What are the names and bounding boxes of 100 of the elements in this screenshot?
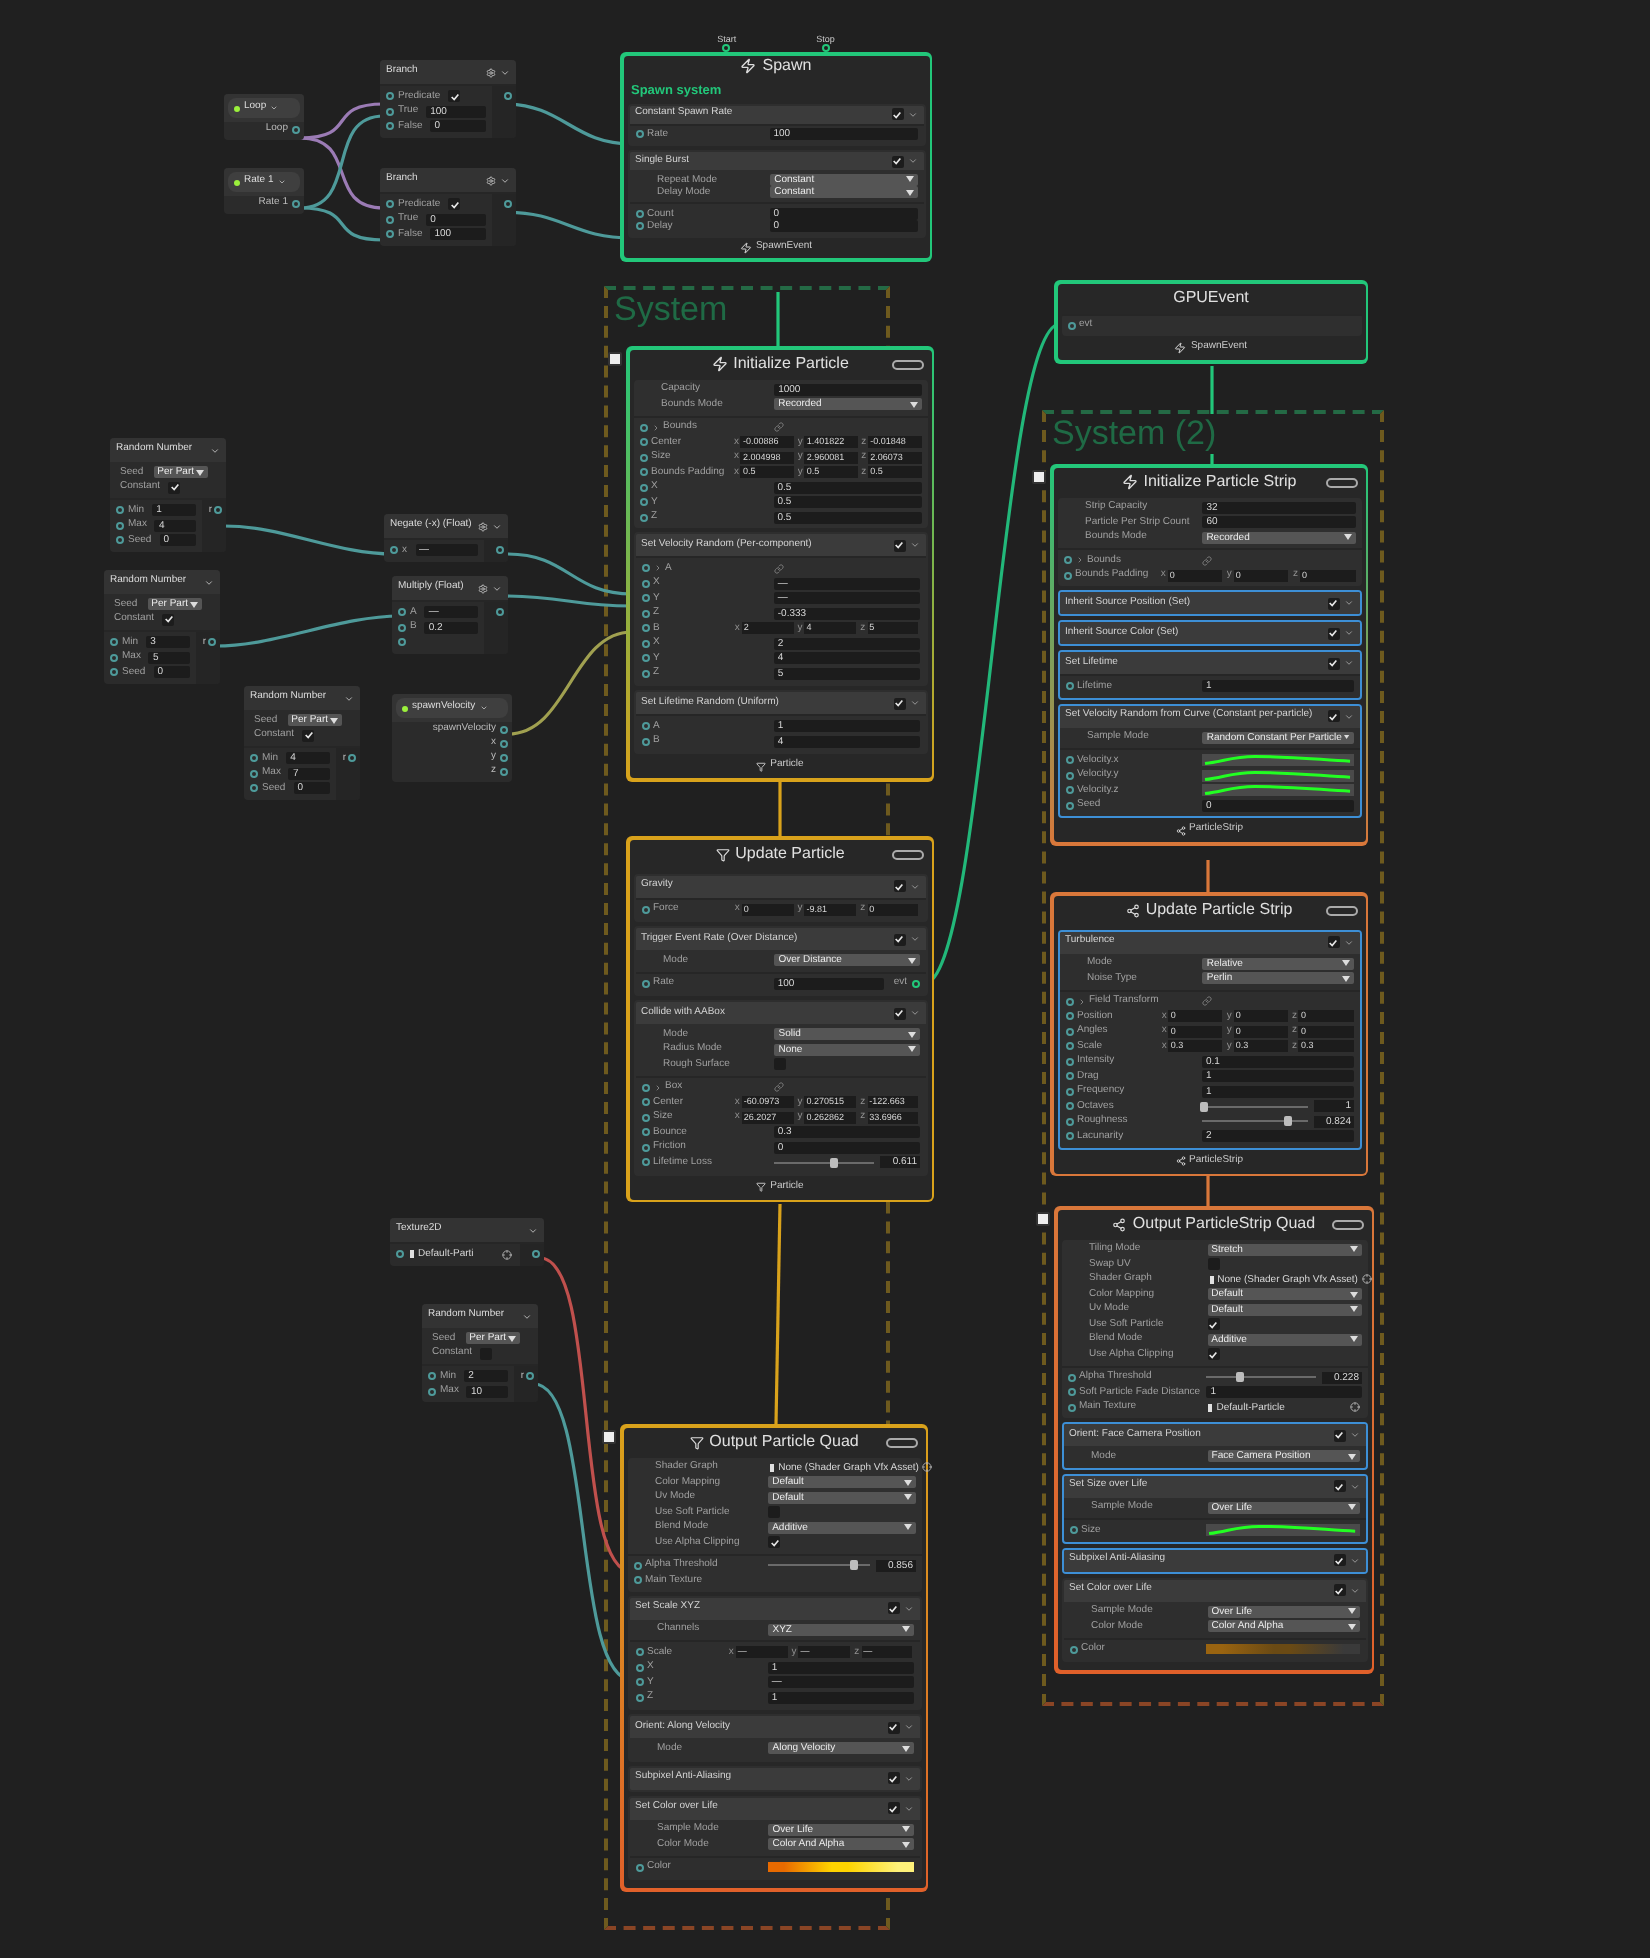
caret-icon[interactable] [909, 540, 919, 550]
target-icon[interactable] [1349, 1402, 1359, 1413]
caret-icon[interactable] [907, 109, 917, 119]
target-icon[interactable] [502, 1249, 512, 1260]
port-icon[interactable] [821, 44, 830, 52]
checkbox[interactable] [887, 1772, 899, 1784]
port-icon[interactable] [635, 1863, 643, 1872]
caret-icon[interactable] [903, 1803, 913, 1813]
settings-icon[interactable] [478, 521, 488, 531]
checkbox[interactable] [448, 90, 461, 103]
slider-thumb[interactable] [1235, 1372, 1243, 1383]
context-node[interactable] [626, 836, 934, 1202]
target-icon[interactable] [922, 1462, 933, 1473]
checkbox[interactable] [1333, 1429, 1345, 1441]
curve-drawing[interactable] [1201, 769, 1353, 782]
caret-icon[interactable] [500, 175, 510, 185]
context-node[interactable] [1050, 892, 1368, 1176]
port-icon[interactable] [526, 1372, 534, 1380]
port-icon[interactable] [1065, 682, 1073, 691]
caret-icon[interactable] [1349, 1481, 1359, 1491]
checkbox[interactable] [1207, 1258, 1220, 1271]
caret-icon[interactable] [1343, 598, 1353, 608]
port-icon[interactable] [496, 608, 504, 616]
attach-icon[interactable] [1032, 470, 1046, 484]
port-icon[interactable] [532, 1250, 540, 1258]
caret-icon[interactable] [1343, 628, 1353, 638]
port-icon[interactable] [348, 754, 356, 762]
slider-thumb[interactable] [1200, 1101, 1209, 1112]
checkbox[interactable] [893, 697, 905, 709]
caret-icon[interactable] [1349, 1585, 1359, 1595]
attach-icon[interactable] [608, 352, 622, 366]
port-icon[interactable] [1069, 1526, 1077, 1535]
caret-icon[interactable] [903, 1773, 913, 1783]
port-icon[interactable] [496, 546, 504, 554]
port-icon[interactable] [292, 199, 300, 207]
checkbox[interactable] [1333, 1480, 1345, 1492]
checkbox[interactable] [302, 729, 315, 742]
curve-drawing[interactable] [1201, 754, 1353, 767]
caret-icon[interactable] [1343, 711, 1353, 721]
slider-thumb[interactable] [1284, 1116, 1293, 1127]
caret-icon[interactable] [492, 583, 502, 593]
checkbox[interactable] [887, 1802, 899, 1814]
caret-icon[interactable] [903, 1603, 913, 1613]
checkbox[interactable] [768, 1506, 781, 1519]
curve-drawing[interactable] [1206, 1524, 1359, 1537]
port-icon[interactable] [722, 44, 731, 52]
checkbox[interactable] [1327, 657, 1339, 669]
port-icon[interactable] [911, 979, 919, 988]
gradient-field[interactable] [1206, 1644, 1359, 1655]
curve-drawing[interactable] [1201, 784, 1353, 797]
port-icon[interactable] [396, 1250, 404, 1259]
caret-icon[interactable] [909, 934, 919, 944]
caret-icon[interactable] [344, 693, 354, 703]
port-icon[interactable] [390, 546, 398, 555]
checkbox[interactable] [893, 539, 905, 551]
settings-icon[interactable] [486, 67, 496, 77]
caret-icon[interactable] [522, 1311, 532, 1321]
port-icon[interactable] [208, 638, 216, 646]
port-icon[interactable] [641, 905, 649, 914]
checkbox[interactable] [1327, 597, 1339, 609]
caret-icon[interactable] [528, 1225, 538, 1235]
caret-icon[interactable] [1349, 1555, 1359, 1565]
caret-icon[interactable] [909, 1008, 919, 1018]
port-icon[interactable] [504, 200, 512, 208]
checkbox[interactable] [1327, 627, 1339, 639]
checkbox[interactable] [1327, 710, 1339, 722]
checkbox[interactable] [1207, 1318, 1220, 1331]
caret-icon[interactable] [1343, 658, 1353, 668]
gradient-field[interactable] [767, 1862, 913, 1873]
port-icon[interactable] [635, 130, 643, 139]
settings-icon[interactable] [478, 583, 488, 593]
checkbox[interactable] [448, 198, 461, 211]
caret-icon[interactable] [909, 698, 919, 708]
caret-icon[interactable] [903, 1722, 913, 1732]
checkbox[interactable] [162, 613, 175, 626]
target-icon[interactable] [1361, 1274, 1372, 1285]
checkbox[interactable] [893, 880, 905, 892]
checkbox[interactable] [168, 481, 181, 494]
port-icon[interactable] [1069, 1645, 1077, 1654]
caret-icon[interactable] [492, 521, 502, 531]
checkbox[interactable] [768, 1536, 781, 1549]
port-icon[interactable] [214, 506, 222, 514]
checkbox[interactable] [480, 1347, 493, 1360]
checkbox[interactable] [893, 933, 905, 945]
checkbox[interactable] [891, 108, 903, 120]
checkbox[interactable] [774, 1058, 787, 1071]
slider-thumb[interactable] [850, 1560, 859, 1571]
checkbox[interactable] [1327, 936, 1339, 948]
port-icon[interactable] [641, 979, 649, 988]
caret-icon[interactable] [500, 67, 510, 77]
port-icon[interactable] [1067, 321, 1075, 330]
checkbox[interactable] [887, 1721, 899, 1733]
checkbox[interactable] [1333, 1554, 1345, 1566]
caret-icon[interactable] [204, 577, 214, 587]
caret-icon[interactable] [1343, 937, 1353, 947]
checkbox[interactable] [1207, 1348, 1220, 1361]
checkbox[interactable] [891, 155, 903, 167]
slider-thumb[interactable] [830, 1157, 839, 1168]
checkbox[interactable] [887, 1602, 899, 1614]
port-icon[interactable] [292, 125, 300, 133]
